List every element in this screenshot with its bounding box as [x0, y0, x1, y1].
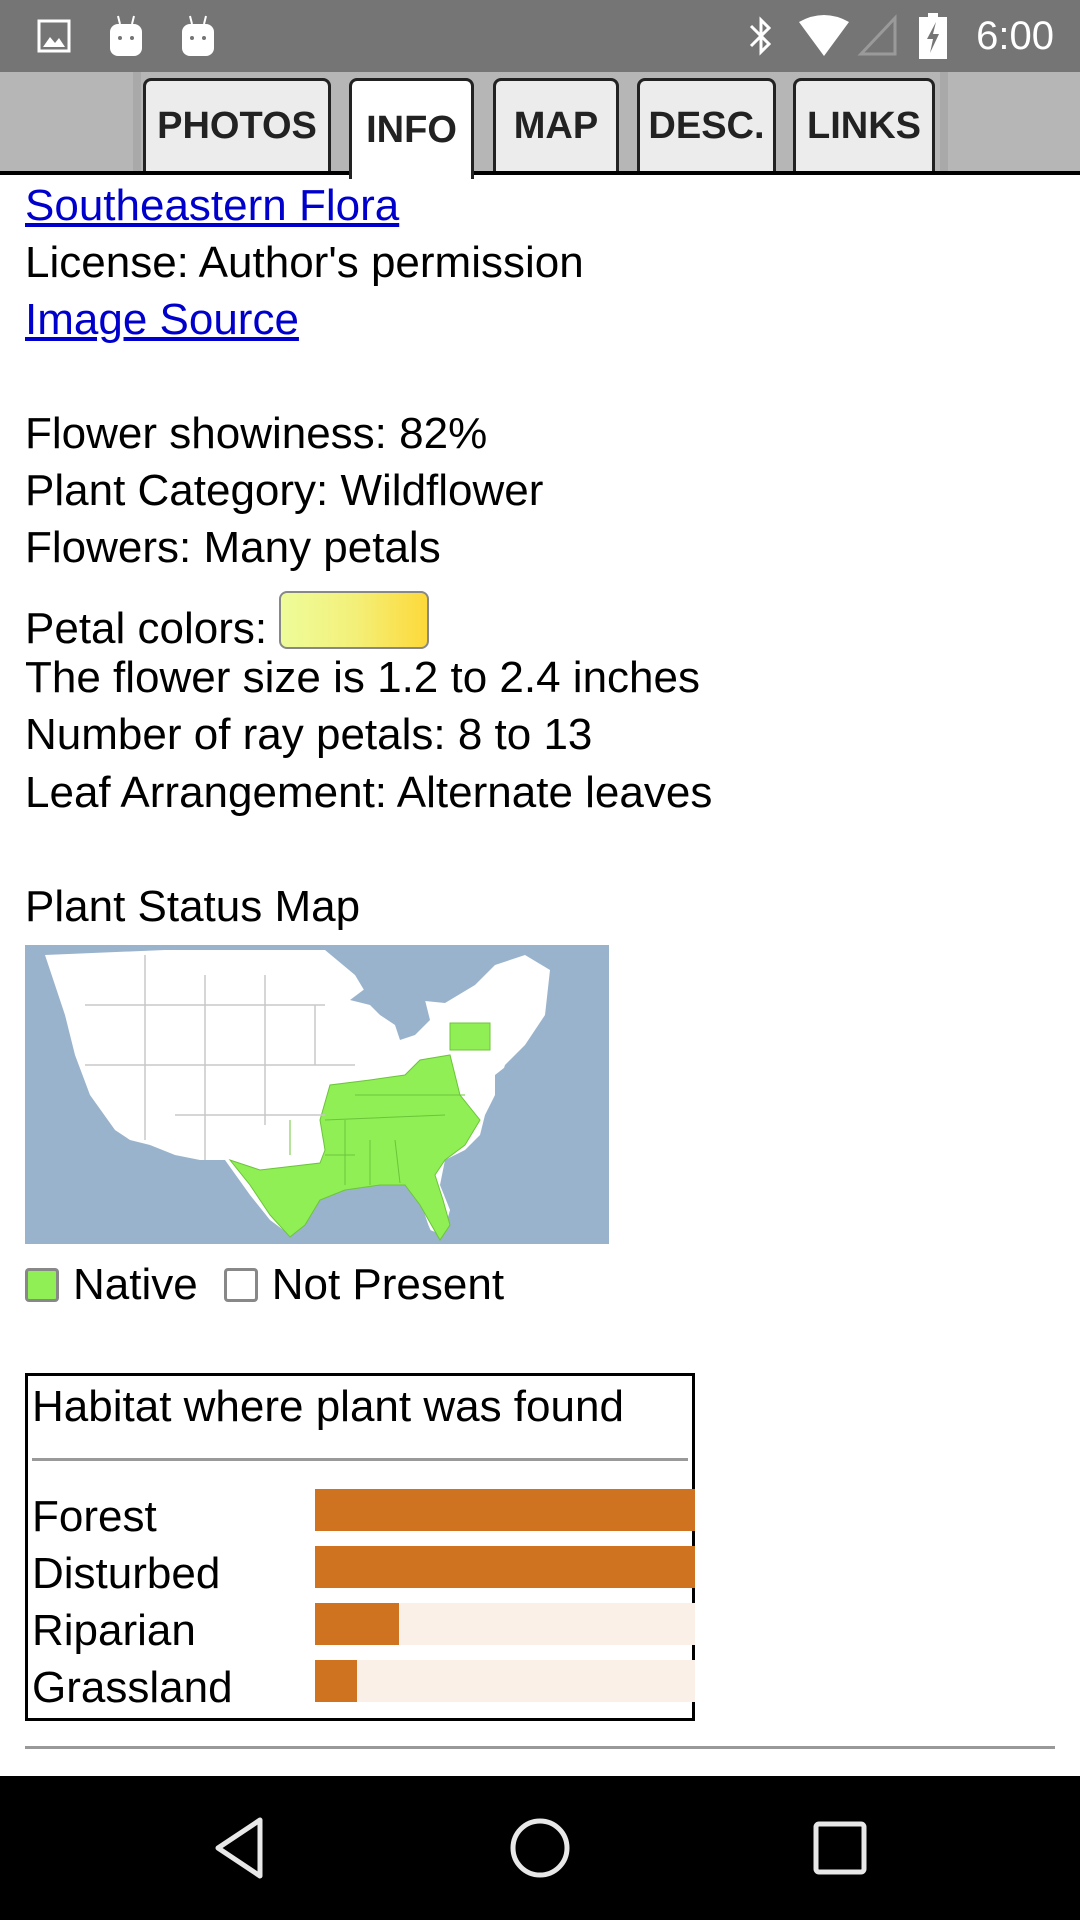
southeastern-flora-link[interactable]: Southeastern Flora	[25, 181, 399, 230]
legend-not-present-swatch	[223, 1268, 258, 1302]
habitat-bar-track	[315, 1546, 695, 1588]
tab-bar: PHOTOS INFO MAP DESC. LINKS	[0, 72, 1080, 179]
tab-info[interactable]: INFO	[349, 78, 474, 179]
habitat-bar-fill	[315, 1660, 357, 1702]
clock: 6:00	[976, 14, 1054, 58]
tab-bar-right-edge	[940, 72, 948, 171]
habitat-label: Forest	[32, 1492, 157, 1541]
habitat-row: Riparian	[32, 1598, 695, 1655]
legend-native-label: Native	[73, 1260, 198, 1309]
habitat-row: Disturbed	[32, 1541, 695, 1598]
source-link-line: Southeastern Flora	[25, 178, 399, 234]
legend-native: Native	[25, 1260, 198, 1310]
section-divider	[25, 1746, 1055, 1749]
habitat-row: Forest	[32, 1484, 695, 1541]
habitat-label: Disturbed	[32, 1549, 221, 1598]
native-region-pennsylvania	[449, 1022, 491, 1051]
image-notification-icon	[34, 0, 74, 72]
map-legend: Native Not Present	[25, 1260, 530, 1310]
us-map-graphic	[25, 945, 609, 1244]
back-icon	[215, 1817, 263, 1879]
ray-petals-text: Number of ray petals: 8 to 13	[25, 710, 593, 759]
showiness-text: Flower showiness: 82%	[25, 409, 488, 458]
habitat-bar-track	[315, 1603, 695, 1645]
license-text: License: Author's permission	[25, 238, 584, 287]
tab-bar-left-edge	[133, 72, 141, 171]
recents-button[interactable]	[770, 1776, 910, 1920]
home-icon	[510, 1818, 570, 1878]
habitat-bar-track	[315, 1660, 695, 1702]
habitat-divider	[32, 1458, 688, 1461]
status-map-title: Plant Status Map	[25, 882, 361, 931]
habitat-label: Grassland	[32, 1663, 233, 1712]
habitat-bar-fill	[315, 1546, 695, 1588]
habitat-bar-fill	[315, 1489, 695, 1531]
image-source-line: Image Source	[25, 292, 299, 348]
image-source-link[interactable]: Image Source	[25, 295, 299, 344]
plant-status-map[interactable]	[25, 945, 609, 1244]
petal-color-swatch	[279, 591, 430, 649]
petal-colors-label: Petal colors:	[25, 604, 268, 653]
status-bar: 6:00	[0, 0, 1080, 72]
navigation-bar	[0, 1776, 1080, 1920]
tab-desc[interactable]: DESC.	[637, 78, 776, 171]
legend-native-swatch	[25, 1268, 59, 1302]
habitat-row: Grassland	[32, 1655, 695, 1712]
category-text: Plant Category: Wildflower	[25, 466, 544, 515]
legend-not-present: Not Present	[223, 1260, 505, 1310]
back-button[interactable]	[170, 1776, 310, 1920]
habitat-bar-fill	[315, 1603, 399, 1645]
leaf-arrangement-text: Leaf Arrangement: Alternate leaves	[25, 768, 713, 817]
petal-colors-row: Petal colors:	[25, 591, 430, 657]
flower-size-text: The flower size is 1.2 to 2.4 inches	[25, 653, 700, 702]
legend-not-present-label: Not Present	[271, 1260, 505, 1309]
battery-charging-icon	[918, 0, 948, 72]
wifi-icon	[796, 0, 852, 72]
recents-icon	[813, 1821, 867, 1875]
habitat-title: Habitat where plant was found	[32, 1382, 624, 1431]
tab-map[interactable]: MAP	[493, 78, 619, 171]
habitat-label: Riparian	[32, 1606, 196, 1655]
home-button[interactable]	[470, 1776, 610, 1920]
tab-links[interactable]: LINKS	[793, 78, 935, 171]
cell-signal-icon	[856, 0, 900, 72]
habitat-bar-track	[315, 1489, 695, 1531]
flowers-text: Flowers: Many petals	[25, 523, 441, 572]
android-notification-icon	[176, 0, 220, 72]
tab-photos[interactable]: PHOTOS	[143, 78, 331, 171]
habitat-panel: Habitat where plant was found Forest Dist…	[25, 1373, 695, 1721]
android-notification-icon	[104, 0, 148, 72]
bluetooth-icon	[744, 0, 778, 72]
